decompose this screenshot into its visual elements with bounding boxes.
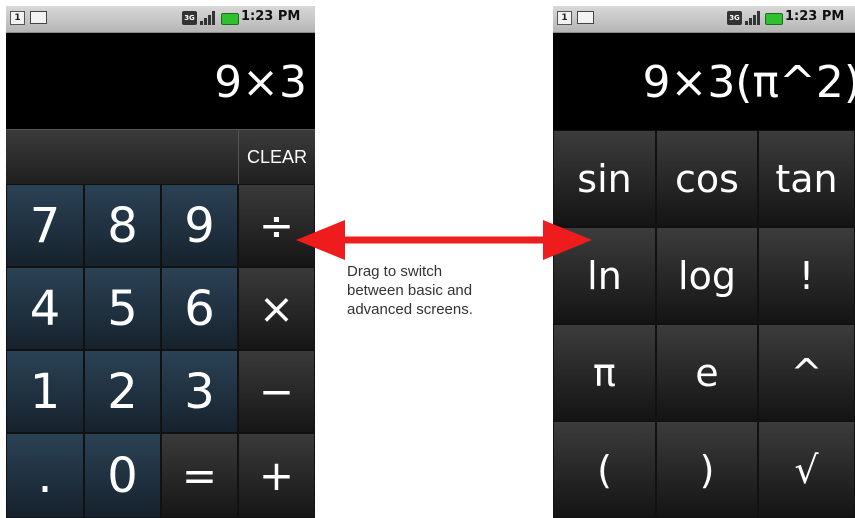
double-arrow-icon	[296, 220, 592, 260]
caption-line: advanced screens.	[347, 301, 473, 318]
caption-line: between basic and	[347, 282, 473, 299]
caption-line: Drag to switch	[347, 263, 443, 280]
instruction-caption: Drag to switch between basic and advance…	[347, 262, 537, 319]
